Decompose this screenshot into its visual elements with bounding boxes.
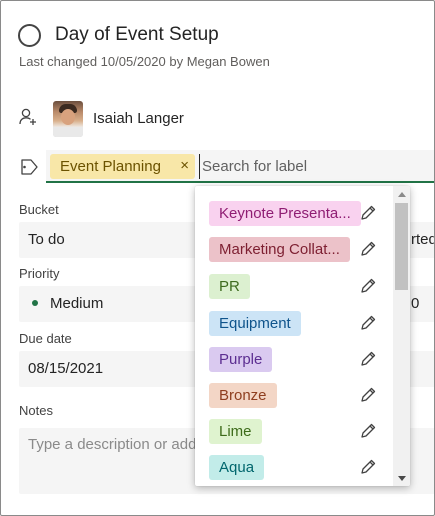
due-date-value: 08/15/2021 <box>28 360 104 377</box>
pencil-icon[interactable] <box>358 457 378 477</box>
pencil-icon[interactable] <box>358 313 378 333</box>
last-changed-text: Last changed 10/05/2020 by Megan Bowen <box>19 54 270 69</box>
chevron-up-icon[interactable] <box>398 192 406 197</box>
scrollbar-thumb[interactable] <box>395 203 408 290</box>
label-option-aqua[interactable]: Aqua <box>209 455 265 480</box>
label-option-equipment[interactable]: Equipment <box>209 311 301 336</box>
pencil-icon[interactable] <box>358 385 378 405</box>
priority-dot-icon <box>32 300 38 306</box>
label-chip-text: Event Planning <box>60 158 161 175</box>
label-dropdown: Keynote Presenta... Marketing Collat... … <box>195 186 410 486</box>
label-option-marketing[interactable]: Marketing Collat... <box>209 237 350 262</box>
task-details-panel: Day of Event Setup Last changed 10/05/20… <box>0 0 435 516</box>
assignee-name[interactable]: Isaiah Langer <box>93 110 184 127</box>
close-icon[interactable]: × <box>180 157 189 174</box>
person-add-icon[interactable] <box>18 107 38 127</box>
task-title[interactable]: Day of Event Setup <box>55 24 219 46</box>
label-chip-event-planning: Event Planning × <box>50 154 195 179</box>
label-option-keynote[interactable]: Keynote Presenta... <box>209 201 361 226</box>
label-option-bronze[interactable]: Bronze <box>209 383 277 408</box>
pencil-icon[interactable] <box>358 349 378 369</box>
pencil-icon[interactable] <box>358 421 378 441</box>
priority-value: Medium <box>50 295 104 312</box>
label-option-pr[interactable]: PR <box>209 274 250 299</box>
bucket-label: Bucket <box>19 202 59 217</box>
chevron-down-icon[interactable] <box>398 476 406 481</box>
label-option-lime[interactable]: Lime <box>209 419 262 444</box>
label-picker-field[interactable]: Event Planning × <box>46 150 434 183</box>
complete-task-checkbox[interactable] <box>18 24 41 47</box>
avatar[interactable] <box>53 101 83 137</box>
tag-icon <box>21 159 38 175</box>
pencil-icon[interactable] <box>358 239 378 259</box>
bucket-value: To do <box>28 231 65 248</box>
pencil-icon[interactable] <box>358 276 378 296</box>
progress-value-peek: rted <box>411 231 435 248</box>
priority-label: Priority <box>19 266 60 281</box>
start-date-peek: 0 <box>411 295 420 312</box>
notes-label: Notes <box>19 403 53 418</box>
label-search-input[interactable] <box>199 154 429 179</box>
due-date-label: Due date <box>19 331 72 346</box>
notes-placeholder: Type a description or add <box>28 436 197 453</box>
pencil-icon[interactable] <box>358 203 378 223</box>
label-option-purple[interactable]: Purple <box>209 347 273 372</box>
